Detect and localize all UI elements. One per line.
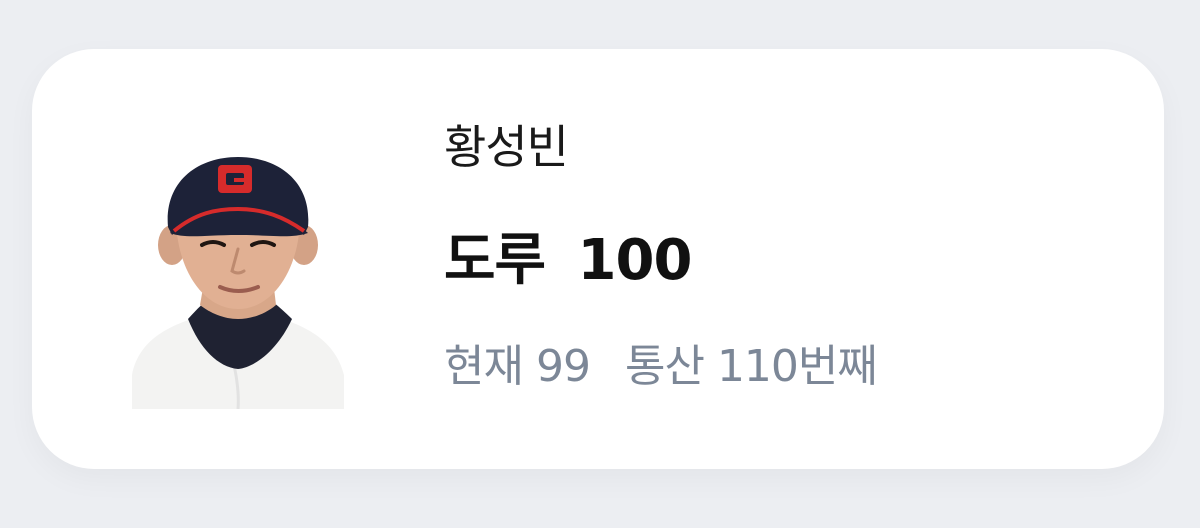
player-photo	[114, 121, 362, 409]
record-meta: 현재 99 통산 110번째	[444, 339, 878, 395]
record-stat-value: 100	[577, 228, 693, 293]
record-stat-label: 도루	[444, 228, 546, 293]
record-headline: 도루 100	[444, 227, 693, 295]
current-value: 99	[535, 341, 591, 392]
current-label: 현재	[444, 341, 524, 392]
achievement-card[interactable]: 황성빈 도루 100 현재 99 통산 110번째	[32, 49, 1164, 469]
player-name: 황성빈	[444, 120, 569, 174]
career-label: 통산	[624, 341, 705, 392]
career-value: 110번째	[716, 341, 878, 392]
